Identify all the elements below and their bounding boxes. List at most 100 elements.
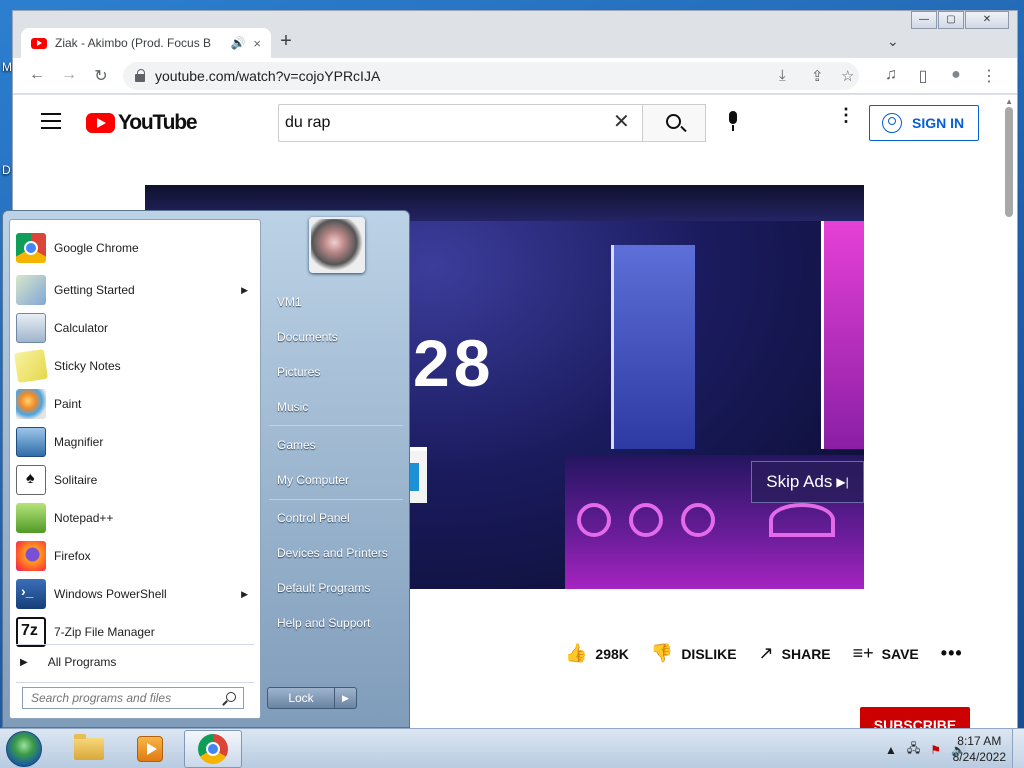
start-right-item-devices-and-printers[interactable]: Devices and Printers	[269, 540, 405, 566]
program-label: Windows PowerShell	[54, 587, 167, 601]
program-label: Magnifier	[54, 435, 104, 449]
program-label: Google Chrome	[54, 241, 139, 255]
more-options-icon[interactable]: ⋮	[837, 106, 855, 124]
desktop-icon-label[interactable]: D	[2, 163, 11, 177]
stage-light	[769, 503, 835, 537]
skip-next-icon: ▶|	[836, 475, 849, 489]
tab-search-icon[interactable]: ⌄	[887, 33, 899, 50]
start-right-item-documents[interactable]: Documents	[269, 324, 405, 350]
more-actions-icon[interactable]: •••	[941, 643, 963, 664]
program-item[interactable]: Magnifier	[10, 424, 260, 460]
account-icon	[882, 113, 902, 133]
start-right-item-music[interactable]: Music	[269, 394, 405, 420]
program-item[interactable]: Windows PowerShell ▶	[10, 576, 260, 612]
taskbar-chrome[interactable]	[184, 730, 242, 768]
tab-close-icon[interactable]: ×	[253, 36, 261, 51]
back-icon[interactable]: ←	[27, 66, 47, 84]
action-center-flag-icon[interactable]: ⚑	[930, 743, 941, 757]
shutdown-options-icon[interactable]: ▶	[335, 687, 357, 709]
share-button[interactable]: ↗ SHARE	[759, 643, 831, 664]
speaker-icon[interactable]: 🔊	[230, 36, 245, 50]
lock-icon[interactable]	[135, 69, 145, 82]
video-actions: 👍 298K 👎 DISLIKE ↗ SHARE ≡+ SAVE •••	[565, 643, 963, 664]
clock[interactable]: 8:17 AM 8/24/2022	[953, 733, 1006, 765]
window-controls: — ▢ ✕	[910, 11, 1009, 29]
submenu-arrow-icon: ▶	[241, 588, 248, 599]
save-button[interactable]: ≡+ SAVE	[853, 643, 919, 664]
start-button[interactable]	[6, 731, 42, 767]
program-item[interactable]: Google Chrome	[10, 230, 260, 266]
thumbs-up-icon: 👍	[565, 643, 588, 663]
start-right-item-control-panel[interactable]: Control Panel	[269, 505, 405, 531]
program-item[interactable]: Sticky Notes	[10, 348, 260, 384]
save-label: SAVE	[881, 645, 919, 662]
sign-in-button[interactable]: SIGN IN	[869, 105, 979, 141]
start-right-item-vm1[interactable]: VM1	[269, 289, 405, 315]
start-right-item-default-programs[interactable]: Default Programs	[269, 575, 405, 601]
network-icon[interactable]: 🖧	[907, 739, 920, 760]
start-right-item-games[interactable]: Games	[269, 432, 405, 458]
desktop-icon-label[interactable]: M	[2, 60, 12, 74]
profile-icon[interactable]: ●	[946, 66, 966, 84]
program-item[interactable]: Calculator	[10, 310, 260, 346]
program-item[interactable]: Firefox	[10, 538, 260, 574]
calculator-icon	[16, 313, 46, 343]
getting-started-icon	[16, 275, 46, 305]
video-overlay-box	[409, 463, 419, 491]
stage-light	[577, 503, 611, 537]
reload-icon[interactable]: ↻	[91, 66, 111, 86]
side-panel-icon[interactable]: ▯	[913, 66, 933, 86]
clock-date: 8/24/2022	[952, 750, 1006, 764]
start-search-input[interactable]	[22, 687, 244, 709]
clock-time: 8:17 AM	[957, 734, 1002, 748]
minimize-button[interactable]: —	[911, 11, 937, 29]
start-right-item-my-computer[interactable]: My Computer	[269, 467, 405, 493]
media-control-icon[interactable]: ♫	[881, 66, 901, 84]
subscribe-button[interactable]: SUBSCRIBE	[860, 707, 970, 729]
like-button[interactable]: 👍 298K	[565, 643, 629, 664]
scroll-up-icon[interactable]: ▲	[1005, 97, 1013, 106]
microphone-icon[interactable]	[721, 106, 745, 140]
clear-search-icon[interactable]: ✕	[613, 109, 630, 134]
search-icon[interactable]	[226, 692, 236, 702]
youtube-logo[interactable]: YouTube	[86, 111, 198, 135]
program-item[interactable]: Solitaire	[10, 462, 260, 498]
forward-icon[interactable]: →	[59, 66, 79, 84]
new-tab-button[interactable]: +	[275, 31, 297, 53]
taskbar-explorer[interactable]	[60, 730, 118, 768]
url-text[interactable]: youtube.com/watch?v=cojoYPRcIJA	[155, 68, 380, 84]
program-label: Paint	[54, 397, 82, 411]
show-hidden-icons-icon[interactable]: ▲	[885, 743, 897, 757]
notepad-plus-plus-icon	[16, 503, 46, 533]
page-scrollbar[interactable]	[1005, 107, 1013, 217]
program-item[interactable]: Getting Started ▶	[10, 272, 260, 308]
install-app-icon[interactable]: ⤓	[779, 67, 786, 84]
taskbar-media-player[interactable]	[121, 730, 179, 768]
program-item[interactable]: Paint	[10, 386, 260, 422]
share-icon[interactable]: ⇪	[811, 67, 824, 85]
stage-light	[681, 503, 715, 537]
search-input[interactable]	[278, 104, 642, 142]
skip-ads-button[interactable]: Skip Ads ▶|	[751, 461, 864, 503]
thumbs-down-icon: 👎	[650, 643, 674, 663]
search-button[interactable]	[642, 104, 706, 142]
hamburger-menu-icon[interactable]	[41, 113, 61, 129]
restore-button[interactable]: ▢	[938, 11, 964, 29]
address-bar[interactable]: youtube.com/watch?v=cojoYPRcIJA ⤓ ⇪ ☆	[123, 62, 859, 90]
user-avatar[interactable]	[309, 217, 365, 273]
browser-tab[interactable]: Ziak - Akimbo (Prod. Focus B 🔊 ×	[21, 28, 271, 58]
start-right-item-help-and-support[interactable]: Help and Support	[269, 610, 405, 636]
all-programs-item[interactable]: ▶ All Programs	[10, 650, 260, 674]
chrome-menu-icon[interactable]: ⋮	[979, 66, 999, 86]
program-item[interactable]: Notepad++	[10, 500, 260, 536]
bookmark-star-icon[interactable]: ☆	[841, 67, 854, 85]
close-button[interactable]: ✕	[965, 11, 1009, 29]
share-arrow-icon: ↗	[758, 643, 774, 663]
start-right-item-pictures[interactable]: Pictures	[269, 359, 405, 385]
divider	[269, 499, 403, 500]
show-desktop-button[interactable]	[1012, 729, 1024, 768]
start-menu: Google Chrome Getting Started ▶ Calculat…	[2, 210, 410, 728]
all-programs-label: All Programs	[47, 655, 117, 669]
lock-button[interactable]: Lock	[267, 687, 335, 709]
dislike-button[interactable]: 👎 DISLIKE	[651, 643, 737, 664]
